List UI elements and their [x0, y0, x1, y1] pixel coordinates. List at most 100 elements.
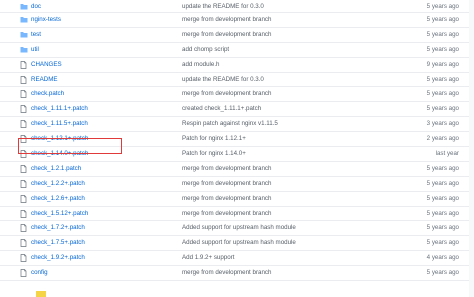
- commit-age: last year: [435, 150, 459, 158]
- file-icon: [20, 209, 28, 218]
- table-row[interactable]: check_1.2.1.patch merge from development …: [0, 162, 474, 177]
- table-row[interactable]: check_1.14.0+.patch Patch for nginx 1.14.…: [0, 147, 474, 162]
- commit-message-link[interactable]: Patch for nginx 1.12.1+: [182, 132, 246, 146]
- commit-age: 2 years ago: [426, 135, 459, 143]
- file-icon: [20, 224, 28, 233]
- file-name-link[interactable]: README: [31, 73, 57, 87]
- file-name-link[interactable]: CHANGES: [31, 58, 62, 72]
- table-row[interactable]: check_1.9.2+.patch Add 1.9.2+ support 4 ye…: [0, 251, 474, 267]
- file-name-link[interactable]: check.patch: [31, 87, 64, 101]
- table-row[interactable]: check_1.12.1+.patch Patch for nginx 1.12.…: [0, 132, 474, 148]
- commit-age: 5 years ago: [426, 45, 459, 53]
- folder-icon: [20, 31, 28, 38]
- commit-age: 3 years ago: [426, 120, 459, 128]
- commit-message-link[interactable]: merge from development branch: [182, 192, 271, 206]
- commit-age: 5 years ago: [426, 239, 459, 247]
- file-icon: [20, 135, 28, 143]
- commit-message-link[interactable]: Added support for upstream hash module: [182, 221, 296, 235]
- table-row[interactable]: CHANGES add module.h 9 years ago: [0, 58, 474, 73]
- commit-message-link[interactable]: add module.h: [182, 58, 220, 72]
- commit-message-link[interactable]: update the README for 0.3.0: [182, 0, 264, 13]
- folder-icon: [20, 46, 28, 53]
- repository-file-browser: doc update the README for 0.3.0 5 years ag…: [0, 0, 474, 297]
- table-row[interactable]: check_1.2.2+.patch merge from development…: [0, 177, 474, 192]
- scrollbar[interactable]: [469, 0, 474, 297]
- commit-age: 5 years ago: [426, 164, 459, 172]
- table-row[interactable]: config merge from development branch 5 yea…: [0, 266, 474, 282]
- file-icon: [20, 194, 28, 203]
- file-name-link[interactable]: check_1.11.1+.patch: [31, 102, 88, 116]
- commit-age: 5 years ago: [426, 90, 459, 98]
- table-row[interactable]: check_1.7.5+.patch Added support for upst…: [0, 236, 474, 252]
- file-icon: [20, 239, 28, 248]
- highlight-mark: [36, 291, 46, 297]
- commit-age: 4 years ago: [426, 254, 459, 262]
- table-row[interactable]: check_1.5.12+.patch merge from developmen…: [0, 207, 474, 222]
- commit-message-link[interactable]: merge from development branch: [182, 266, 271, 280]
- file-icon: [20, 254, 28, 263]
- table-row[interactable]: check_1.7.2+.patch Added support for upst…: [0, 221, 474, 237]
- partial-next-row: [0, 291, 474, 297]
- folder-icon: [20, 3, 28, 10]
- file-icon: [20, 90, 28, 99]
- file-icon: [20, 269, 28, 277]
- file-name-link[interactable]: check_1.7.2+.patch: [31, 221, 85, 235]
- commit-message-link[interactable]: merge from development branch: [182, 28, 271, 42]
- table-row[interactable]: README update the README for 0.3.0 5 years…: [0, 73, 474, 88]
- file-icon: [20, 150, 28, 158]
- file-list: doc update the README for 0.3.0 5 years ag…: [0, 0, 474, 282]
- commit-message-link[interactable]: Patch for nginx 1.14.0+: [182, 147, 246, 161]
- table-row[interactable]: check_1.11.1+.patch created check_1.11.1+…: [0, 102, 474, 118]
- commit-message-link[interactable]: Add 1.9.2+ support: [182, 251, 234, 265]
- table-row[interactable]: util add chomp script 5 years ago: [0, 43, 474, 58]
- file-name-link[interactable]: check_1.2.2+.patch: [31, 177, 85, 191]
- commit-age: 5 years ago: [426, 16, 459, 23]
- file-name-link[interactable]: check_1.2.1.patch: [31, 162, 81, 176]
- file-icon: [20, 105, 28, 114]
- commit-message-link[interactable]: Respin patch against nginx v1.11.5: [182, 117, 278, 131]
- file-icon: [20, 120, 28, 129]
- commit-message-link[interactable]: merge from development branch: [182, 87, 271, 101]
- commit-age: 5 years ago: [426, 224, 459, 232]
- file-icon: [20, 165, 28, 173]
- table-row[interactable]: test merge from development branch 5 years…: [0, 28, 474, 43]
- file-name-link[interactable]: nginx-tests: [31, 13, 61, 27]
- commit-message-link[interactable]: merge from development branch: [182, 162, 271, 176]
- file-name-link[interactable]: check_1.12.1+.patch: [31, 132, 88, 146]
- commit-age: 5 years ago: [426, 30, 459, 38]
- table-row[interactable]: check.patch merge from development branch…: [0, 87, 474, 103]
- file-name-link[interactable]: check_1.7.5+.patch: [31, 236, 85, 250]
- commit-message-link[interactable]: merge from development branch: [182, 207, 271, 221]
- file-name-link[interactable]: util: [31, 43, 39, 57]
- commit-message-link[interactable]: add chomp script: [182, 43, 229, 57]
- commit-age: 5 years ago: [426, 269, 459, 277]
- commit-age: 5 years ago: [426, 209, 459, 217]
- commit-age: 5 years ago: [426, 75, 459, 83]
- file-name-link[interactable]: check_1.5.12+.patch: [31, 207, 88, 221]
- file-icon: [20, 75, 28, 84]
- file-name-link[interactable]: check_1.11.5+.patch: [31, 117, 88, 131]
- file-name-link[interactable]: check_1.14.0+.patch: [31, 147, 88, 161]
- table-row[interactable]: nginx-tests merge from development branch…: [0, 13, 474, 28]
- commit-message-link[interactable]: merge from development branch: [182, 13, 271, 27]
- commit-message-link[interactable]: Added support for upstream hash module: [182, 236, 296, 250]
- commit-age: 5 years ago: [426, 105, 459, 113]
- commit-age: 5 years ago: [426, 3, 459, 10]
- file-name-link[interactable]: check_1.2.6+.patch: [31, 192, 85, 206]
- commit-age: 5 years ago: [426, 194, 459, 202]
- file-name-link[interactable]: config: [31, 266, 48, 280]
- file-name-link[interactable]: doc: [31, 0, 41, 13]
- commit-age: 5 years ago: [426, 179, 459, 187]
- commit-message-link[interactable]: created check_1.11.1+.patch: [182, 102, 261, 116]
- commit-age: 9 years ago: [426, 60, 459, 68]
- file-name-link[interactable]: test: [31, 28, 41, 42]
- table-row[interactable]: check_1.11.5+.patch Respin patch against …: [0, 117, 474, 133]
- table-row[interactable]: doc update the README for 0.3.0 5 years ag…: [0, 0, 474, 13]
- file-name-link[interactable]: check_1.9.2+.patch: [31, 251, 85, 265]
- commit-message-link[interactable]: update the README for 0.3.0: [182, 73, 264, 87]
- folder-icon: [20, 16, 28, 23]
- table-row[interactable]: check_1.2.6+.patch merge from development…: [0, 192, 474, 207]
- commit-message-link[interactable]: merge from development branch: [182, 177, 271, 191]
- file-icon: [20, 179, 28, 188]
- file-icon: [20, 60, 28, 69]
